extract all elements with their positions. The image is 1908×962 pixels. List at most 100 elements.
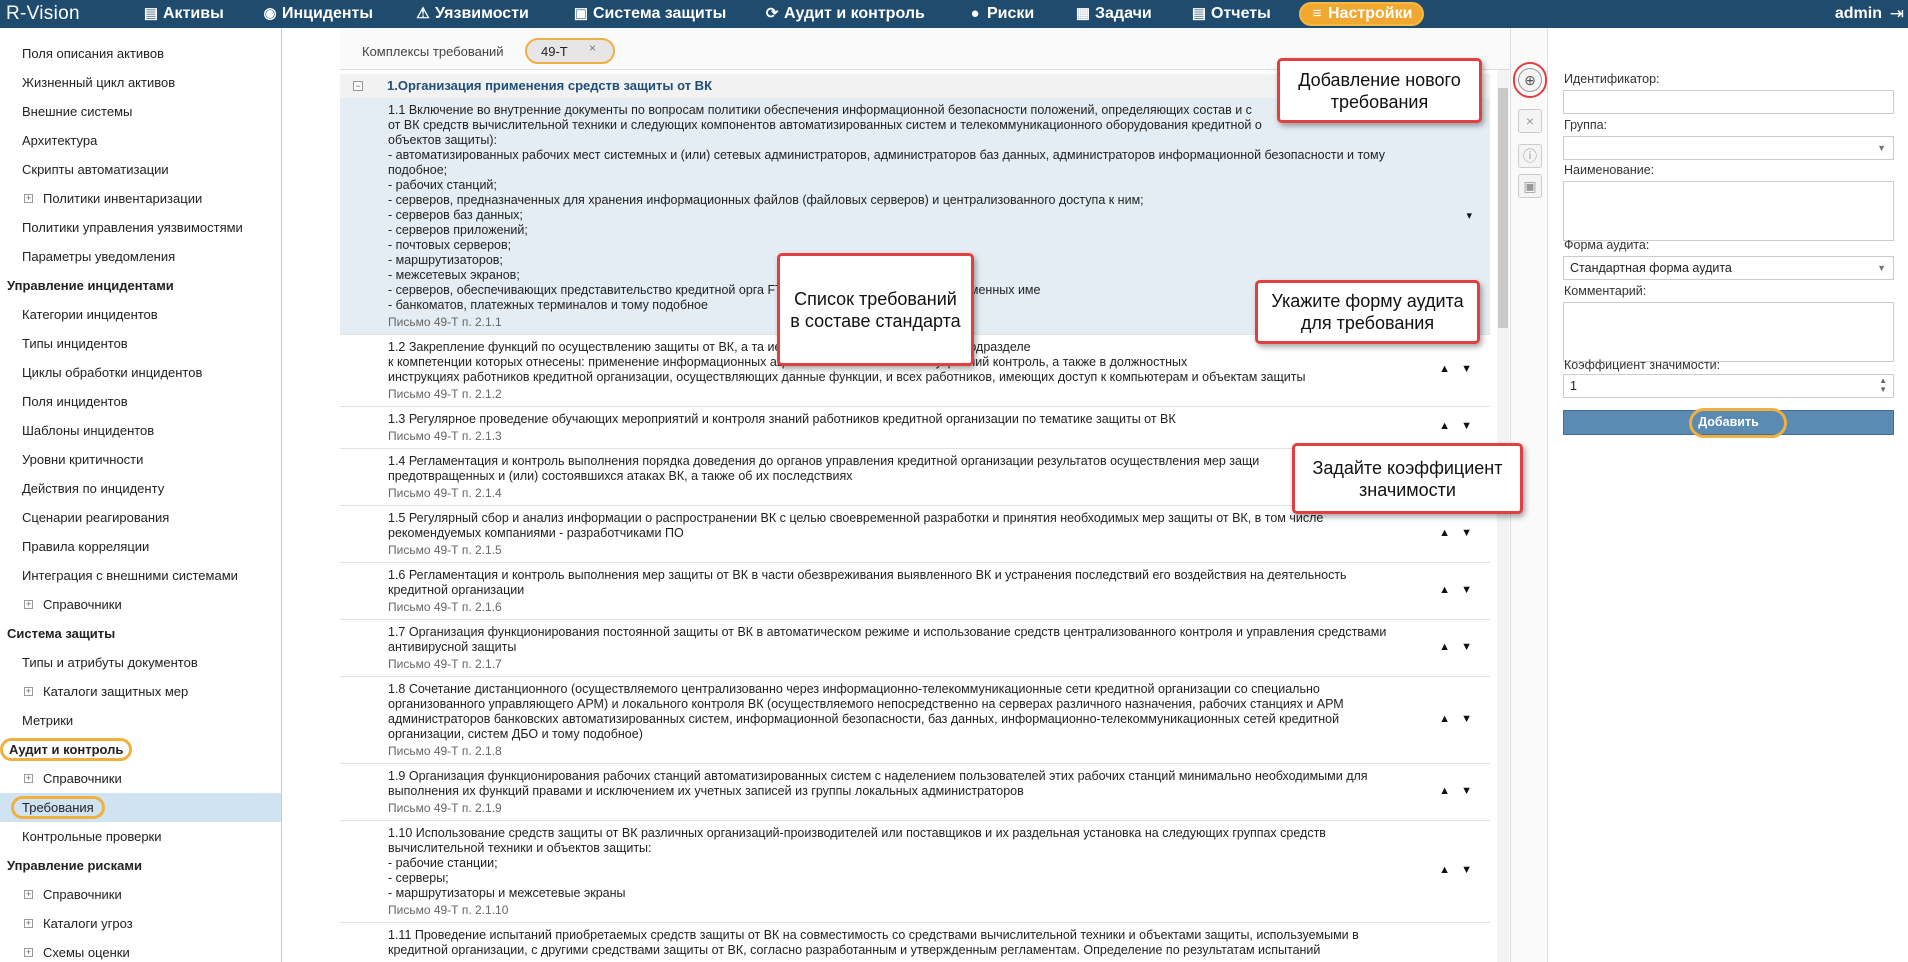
requirement-source: Письмо 49-Т п. 2.1.3	[388, 429, 502, 443]
weight-stepper[interactable]: 1 ▲ ▼	[1563, 374, 1894, 398]
reports-icon: ▤	[1191, 5, 1207, 22]
expand-plus-icon[interactable]: +	[24, 919, 33, 928]
reorder-arrows-icon[interactable]: ▾	[1466, 209, 1476, 222]
sidebar-item-label: Архитектура	[22, 133, 98, 148]
sidebar-item[interactable]: Скрипты автоматизации	[0, 155, 281, 184]
expand-plus-icon[interactable]: +	[24, 774, 33, 783]
callout-requirements-list: Список требований в составе стандарта	[777, 253, 974, 366]
requirement-row[interactable]: 1.7 Организация функционирования постоян…	[340, 620, 1490, 677]
reorder-arrows-icon[interactable]: ▲ ▼	[1439, 527, 1476, 539]
sidebar-item-expandable[interactable]: + Справочники	[0, 880, 281, 909]
refresh-icon: ⟳	[765, 5, 779, 22]
sidebar-item[interactable]: Циклы обработки инцидентов	[0, 358, 281, 387]
alert-icon: ●	[970, 5, 980, 22]
requirement-row[interactable]: 1.10 Использование средств защиты от ВК …	[340, 821, 1490, 923]
sidebar-item-expandable[interactable]: + Каталоги защитных мер	[0, 677, 281, 706]
nav-audit-control[interactable]: ⟳ Аудит и контроль	[761, 0, 925, 28]
callout-add-new: Добавление нового требования	[1277, 58, 1482, 123]
nav-assets[interactable]: ▤ Активы	[140, 0, 224, 28]
sidebar-item[interactable]: Жизненный цикл активов	[0, 68, 281, 97]
close-icon[interactable]: ×	[589, 41, 596, 55]
reorder-arrows-icon[interactable]: ▲ ▼	[1439, 864, 1476, 876]
sidebar-item[interactable]: Параметры уведомления	[0, 242, 281, 271]
sidebar-item[interactable]: Метрики	[0, 706, 281, 735]
list-scrollbar-thumb[interactable]	[1498, 88, 1508, 328]
logout-icon[interactable]: ⇥	[1890, 0, 1904, 28]
sidebar-item[interactable]: Уровни критичности	[0, 445, 281, 474]
nav-risks[interactable]: ● Риски	[964, 0, 1034, 28]
stepper-arrows-icon[interactable]: ▲ ▼	[1879, 376, 1887, 394]
sidebar-item-label: Поля инцидентов	[22, 394, 128, 409]
tab-49t[interactable]: 49-Т ×	[525, 38, 615, 64]
group-select[interactable]: ▼	[1563, 136, 1894, 160]
nav-settings[interactable]: ≡ Настройки	[1299, 2, 1425, 26]
sidebar-item-expandable[interactable]: + Схемы оценки	[0, 938, 281, 962]
sidebar-item-label: Правила корреляции	[22, 539, 150, 554]
tab-bar-label: Комплексы требований	[362, 44, 504, 59]
sidebar-item-expandable[interactable]: + Справочники	[0, 764, 281, 793]
sidebar-item-expandable[interactable]: + Справочники	[0, 590, 281, 619]
top-navigation-bar: R-Vision ▤ Активы ◉ Инциденты ⚠ Уязвимости …	[0, 0, 1908, 28]
weight-label: Коэффициент значимости:	[1564, 358, 1721, 372]
nav-incidents[interactable]: ◉ Инциденты	[259, 0, 373, 28]
collapse-icon[interactable]: −	[353, 81, 363, 91]
sidebar-item[interactable]: Шаблоны инцидентов	[0, 416, 281, 445]
reorder-arrows-icon[interactable]: ▲ ▼	[1439, 420, 1476, 432]
expand-plus-icon[interactable]: +	[24, 600, 33, 609]
nav-tasks[interactable]: ▦ Задачи	[1072, 0, 1152, 28]
sidebar-item[interactable]: Правила корреляции	[0, 532, 281, 561]
user-name[interactable]: admin	[1835, 0, 1882, 28]
nav-protection-system[interactable]: ▣ Система защиты	[570, 0, 726, 28]
sidebar-item-label: Сценарии реагирования	[22, 510, 170, 525]
sidebar-item-expandable[interactable]: + Каталоги угроз	[0, 909, 281, 938]
requirement-row[interactable]: 1.11 Проведение испытаний приобретаемых …	[340, 923, 1490, 962]
sidebar-section-header: Аудит и контроль	[0, 735, 281, 764]
sidebar-item-requirements[interactable]: Требования	[0, 793, 281, 822]
identifier-field[interactable]	[1563, 90, 1894, 114]
requirement-row[interactable]: 1.5 Регулярный сбор и анализ информации …	[340, 506, 1490, 563]
name-field[interactable]	[1563, 181, 1894, 241]
reorder-arrows-icon[interactable]: ▲ ▼	[1439, 363, 1476, 375]
add-circle-icon[interactable]: ⊕	[1518, 68, 1542, 92]
callout-audit-form: Укажите форму аудита для требования	[1255, 280, 1480, 344]
delete-icon[interactable]: ×	[1518, 109, 1542, 133]
reorder-arrows-icon[interactable]: ▲ ▼	[1439, 584, 1476, 596]
sidebar-item[interactable]: Категории инцидентов	[0, 300, 281, 329]
reorder-arrows-icon[interactable]: ▲ ▼	[1439, 785, 1476, 797]
sidebar-item[interactable]: Контрольные проверки	[0, 822, 281, 851]
sidebar-section-header: Управление инцидентами	[0, 271, 281, 300]
requirement-row[interactable]: 1.8 Сочетание дистанционного (осуществля…	[340, 677, 1490, 764]
comment-field[interactable]	[1563, 302, 1894, 362]
sidebar-item-label: Внешние системы	[22, 104, 133, 119]
sidebar-item[interactable]: Действия по инциденту	[0, 474, 281, 503]
sidebar-item[interactable]: Поля описания активов	[0, 39, 281, 68]
reorder-arrows-icon[interactable]: ▲ ▼	[1439, 641, 1476, 653]
reorder-arrows-icon[interactable]: ▲ ▼	[1439, 713, 1476, 725]
sidebar-item[interactable]: Поля инцидентов	[0, 387, 281, 416]
clipboard-icon[interactable]: ▣	[1518, 174, 1542, 198]
info-icon[interactable]: ⓘ	[1518, 144, 1542, 168]
requirement-source: Письмо 49-Т п. 2.1.9	[388, 801, 502, 815]
sidebar-item[interactable]: Политики управления уязвимостями	[0, 213, 281, 242]
sidebar-item[interactable]: Сценарии реагирования	[0, 503, 281, 532]
sidebar-item[interactable]: Типы инцидентов	[0, 329, 281, 358]
sidebar-item-label: Жизненный цикл активов	[22, 75, 176, 90]
sidebar-item[interactable]: Внешние системы	[0, 97, 281, 126]
sidebar-item[interactable]: Типы и атрибуты документов	[0, 648, 281, 677]
sidebar-item-label: Система защиты	[7, 626, 116, 641]
sidebar-item-expandable[interactable]: + Политики инвентаризации	[0, 184, 281, 213]
audit-form-select[interactable]: Стандартная форма аудита ▼	[1563, 256, 1894, 280]
expand-plus-icon[interactable]: +	[24, 948, 33, 957]
app-logo[interactable]: R-Vision	[6, 3, 80, 25]
requirement-row[interactable]: 1.9 Организация функционирования рабочих…	[340, 764, 1490, 821]
sidebar-item[interactable]: Архитектура	[0, 126, 281, 155]
tab-label: 49-Т	[541, 44, 568, 59]
expand-plus-icon[interactable]: +	[24, 194, 33, 203]
expand-plus-icon[interactable]: +	[24, 890, 33, 899]
sidebar-item[interactable]: Интеграция с внешними системами	[0, 561, 281, 590]
requirement-row[interactable]: 1.6 Регламентация и контроль выполнения …	[340, 563, 1490, 620]
callout-weight: Задайте коэффициент значимости	[1292, 443, 1523, 514]
expand-plus-icon[interactable]: +	[24, 687, 33, 696]
nav-vulnerabilities[interactable]: ⚠ Уязвимости	[412, 0, 529, 28]
nav-reports[interactable]: ▤ Отчеты	[1188, 0, 1271, 28]
